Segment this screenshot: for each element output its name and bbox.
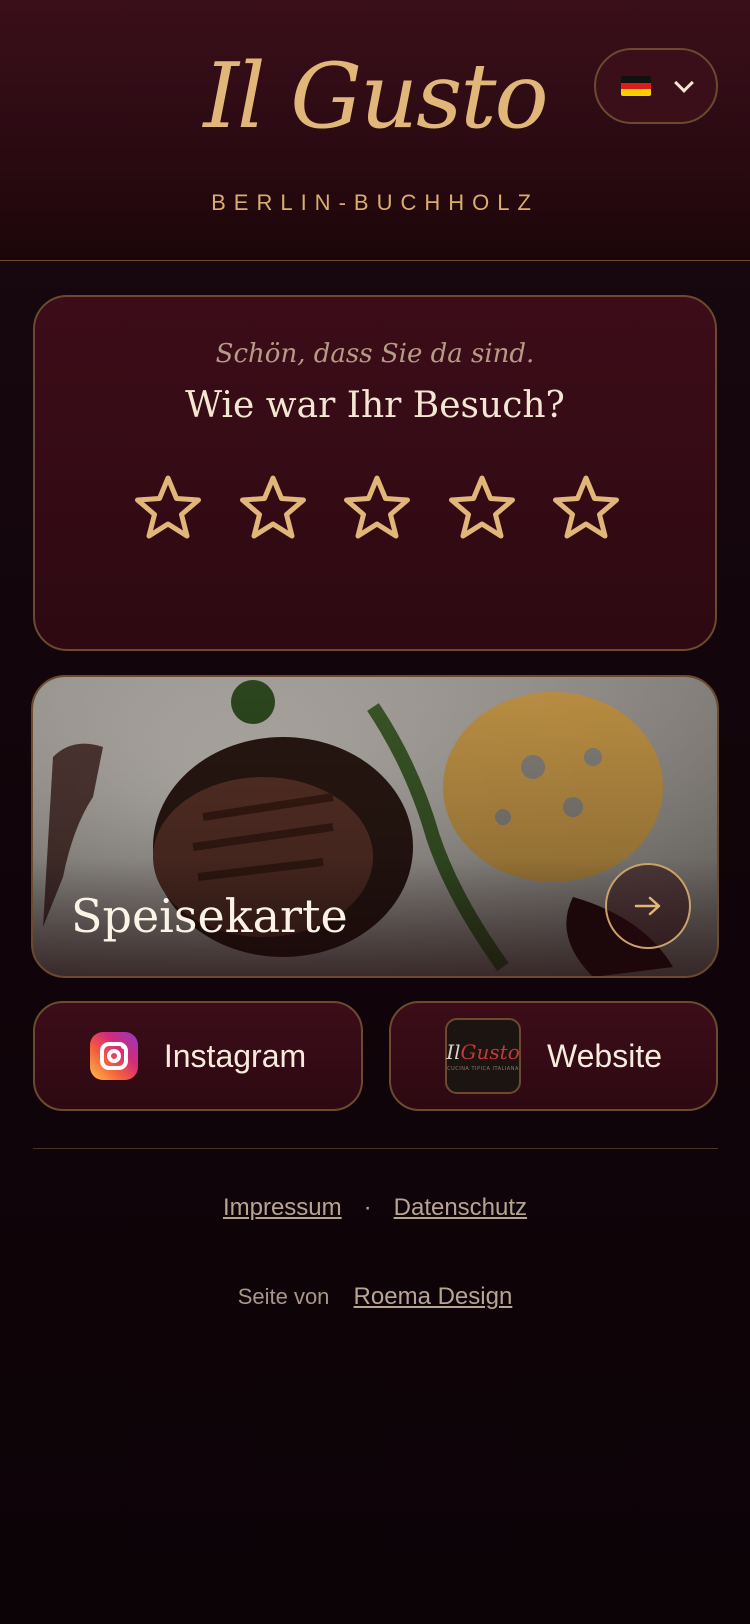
arrow-right-icon	[634, 896, 661, 916]
menu-card-label: Speisekarte	[71, 889, 348, 943]
website-button[interactable]: IlGusto CUCINA TIPICA ITALIANA Website	[389, 1001, 718, 1111]
datenschutz-link[interactable]: Datenschutz	[394, 1194, 527, 1222]
menu-open-button[interactable]	[605, 863, 691, 949]
germany-flag-icon	[621, 76, 651, 96]
header: Il Gusto BERLIN-BUCHHOLZ	[0, 0, 750, 261]
instagram-label: Instagram	[163, 1037, 307, 1074]
language-selector[interactable]	[594, 48, 718, 124]
star-4-icon[interactable]	[445, 472, 519, 546]
greeting-text: Schön, dass Sie da sind.	[215, 339, 535, 369]
instagram-icon	[89, 1032, 138, 1080]
website-label: Website	[546, 1037, 662, 1074]
star-3-icon[interactable]	[340, 472, 414, 546]
website-logo-icon: IlGusto CUCINA TIPICA ITALIANA	[444, 1018, 521, 1094]
rating-question: Wie war Ihr Besuch?	[185, 385, 565, 426]
footer-divider	[33, 1148, 718, 1149]
rating-card: Schön, dass Sie da sind. Wie war Ihr Bes…	[33, 295, 717, 651]
star-2-icon[interactable]	[236, 472, 310, 546]
website-logo-tag: CUCINA TIPICA ITALIANA	[447, 1066, 519, 1072]
star-1-icon[interactable]	[131, 472, 205, 546]
impressum-link[interactable]: Impressum	[223, 1194, 342, 1222]
footer-separator: ·	[363, 1194, 372, 1221]
star-rating	[131, 472, 623, 546]
credit-prefix: Seite von	[237, 1284, 330, 1309]
footer-links: Impressum · Datenschutz	[0, 1194, 750, 1222]
chevron-down-icon	[674, 73, 694, 93]
location-subtitle: BERLIN-BUCHHOLZ	[211, 190, 539, 215]
footer-credit: Seite von Roema Design	[0, 1283, 750, 1311]
star-5-icon[interactable]	[549, 472, 623, 546]
instagram-button[interactable]: Instagram	[33, 1001, 363, 1111]
menu-card[interactable]: Speisekarte	[31, 675, 719, 978]
roema-design-link[interactable]: Roema Design	[354, 1283, 513, 1310]
website-logo-text: IlGusto	[446, 1040, 520, 1064]
